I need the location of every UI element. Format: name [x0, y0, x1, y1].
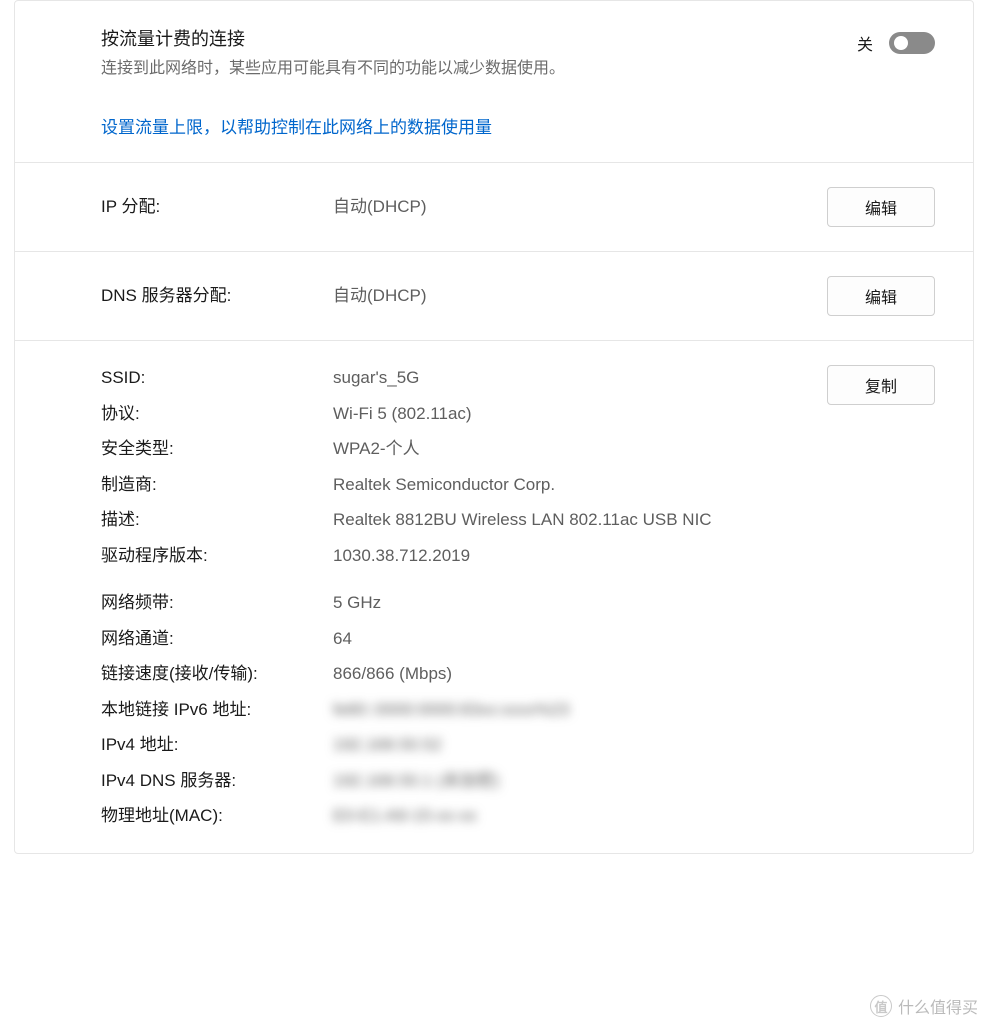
detail-value: 192.168.50.1 (未加密) — [333, 768, 935, 794]
detail-row: 本地链接 IPv6 地址:fe80::0000:0000:83xx:xxxx%2… — [101, 697, 935, 723]
ip-edit-button[interactable]: 编辑 — [827, 187, 935, 227]
metered-title: 按流量计费的连接 — [101, 25, 565, 51]
detail-row: IPv4 DNS 服务器:192.168.50.1 (未加密) — [101, 768, 935, 794]
detail-value: 192.168.50.52 — [333, 732, 935, 758]
detail-value: Realtek Semiconductor Corp. — [333, 472, 827, 498]
detail-value: 5 GHz — [333, 590, 935, 616]
detail-value: Realtek 8812BU Wireless LAN 802.11ac USB… — [333, 507, 827, 533]
detail-row: 安全类型:WPA2-个人 — [101, 436, 827, 462]
metered-description: 连接到此网络时，某些应用可能具有不同的功能以减少数据使用。 — [101, 57, 565, 81]
detail-value: 866/866 (Mbps) — [333, 661, 935, 687]
detail-value: WPA2-个人 — [333, 436, 827, 462]
detail-label: 安全类型: — [101, 436, 333, 462]
detail-label: 协议: — [101, 401, 333, 427]
detail-label: 描述: — [101, 507, 333, 533]
detail-row: 链接速度(接收/传输):866/866 (Mbps) — [101, 661, 935, 687]
dns-label: DNS 服务器分配: — [101, 283, 333, 309]
metered-connection-section: 按流量计费的连接 连接到此网络时，某些应用可能具有不同的功能以减少数据使用。 关… — [15, 1, 973, 163]
dns-assignment-section: DNS 服务器分配: 自动(DHCP) 编辑 — [15, 252, 973, 341]
detail-label: 链接速度(接收/传输): — [101, 661, 333, 687]
ip-value: 自动(DHCP) — [333, 194, 827, 220]
detail-value: sugar's_5G — [333, 365, 827, 391]
detail-value: fe80::0000:0000:83xx:xxxx%23 — [333, 697, 935, 723]
detail-label: SSID: — [101, 365, 333, 391]
detail-label: 网络通道: — [101, 626, 333, 652]
detail-row: IPv4 地址:192.168.50.52 — [101, 732, 935, 758]
watermark-coin-icon: 值 — [870, 995, 892, 1017]
dns-edit-button[interactable]: 编辑 — [827, 276, 935, 316]
detail-row: 协议:Wi-Fi 5 (802.11ac) — [101, 401, 827, 427]
detail-row: 物理地址(MAC):E0-E1-A9-15-xx-xx — [101, 803, 935, 829]
data-limit-link[interactable]: 设置流量上限，以帮助控制在此网络上的数据使用量 — [101, 113, 492, 138]
detail-row: 网络频带:5 GHz — [101, 590, 935, 616]
detail-label: IPv4 DNS 服务器: — [101, 768, 333, 794]
metered-toggle[interactable] — [889, 32, 935, 54]
ip-assignment-section: IP 分配: 自动(DHCP) 编辑 — [15, 163, 973, 252]
detail-row: SSID:sugar's_5G — [101, 365, 827, 391]
detail-row: 驱动程序版本:1030.38.712.2019 — [101, 543, 827, 569]
detail-row: 网络通道:64 — [101, 626, 935, 652]
detail-value: 64 — [333, 626, 935, 652]
watermark: 值 什么值得买 — [870, 994, 978, 1018]
detail-label: 驱动程序版本: — [101, 543, 333, 569]
detail-label: 本地链接 IPv6 地址: — [101, 697, 333, 723]
toggle-state-label: 关 — [857, 31, 873, 55]
detail-value: 1030.38.712.2019 — [333, 543, 827, 569]
network-settings-card: 按流量计费的连接 连接到此网络时，某些应用可能具有不同的功能以减少数据使用。 关… — [14, 0, 974, 854]
ip-label: IP 分配: — [101, 194, 333, 220]
copy-button[interactable]: 复制 — [827, 365, 935, 405]
detail-label: 网络频带: — [101, 590, 333, 616]
dns-value: 自动(DHCP) — [333, 283, 827, 309]
detail-label: 制造商: — [101, 472, 333, 498]
detail-label: 物理地址(MAC): — [101, 803, 333, 829]
network-details-section: SSID:sugar's_5G协议:Wi-Fi 5 (802.11ac)安全类型… — [15, 341, 973, 853]
watermark-brand: 什么值得买 — [898, 994, 978, 1018]
detail-value: Wi-Fi 5 (802.11ac) — [333, 401, 827, 427]
detail-value: E0-E1-A9-15-xx-xx — [333, 803, 935, 829]
detail-label: IPv4 地址: — [101, 732, 333, 758]
detail-row: 制造商:Realtek Semiconductor Corp. — [101, 472, 827, 498]
detail-row: 描述:Realtek 8812BU Wireless LAN 802.11ac … — [101, 507, 827, 533]
